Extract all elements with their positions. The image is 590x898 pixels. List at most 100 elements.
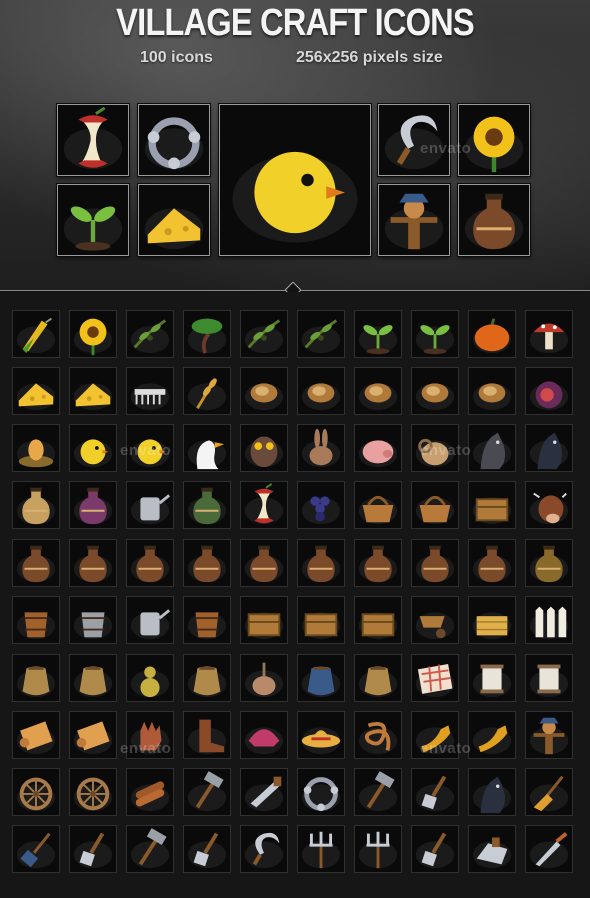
jug-icon <box>458 184 530 256</box>
plane-icon <box>468 825 516 873</box>
icon-size-label: 256x256 pixels size <box>296 49 443 66</box>
watermark: envato <box>420 442 472 459</box>
wagon-wheel-icon <box>69 768 117 816</box>
cow-icon <box>525 481 573 529</box>
comb-icon <box>126 367 174 415</box>
hoe-icon <box>411 825 459 873</box>
mace-icon <box>354 768 402 816</box>
seedling-icon <box>411 310 459 358</box>
spade-icon <box>183 825 231 873</box>
tambourine-icon <box>297 768 345 816</box>
hazelnut-icon <box>411 367 459 415</box>
pumpkin-icon <box>468 310 516 358</box>
icon-count-label: 100 icons <box>140 49 213 66</box>
goose-icon <box>183 424 231 472</box>
hay-bale-icon <box>468 596 516 644</box>
pistachio-icon <box>240 367 288 415</box>
rope-icon <box>354 711 402 759</box>
watermark: envato <box>120 442 172 459</box>
decanter-icon <box>411 539 459 587</box>
sprout-icon <box>57 184 129 256</box>
bread-basket-icon <box>354 481 402 529</box>
tambourine-icon <box>138 104 210 176</box>
pig-icon <box>354 424 402 472</box>
grain-sack-icon <box>12 654 60 702</box>
almond-icon <box>297 367 345 415</box>
bonnet-icon <box>240 711 288 759</box>
icon-grid <box>0 292 590 898</box>
green-jar-icon <box>183 481 231 529</box>
leather-pouch-icon <box>69 654 117 702</box>
garlic-icon <box>240 654 288 702</box>
broom-icon <box>525 768 573 816</box>
wooden-crate-icon <box>297 596 345 644</box>
owl-icon <box>240 424 288 472</box>
pitcher-icon <box>354 539 402 587</box>
rabbit-icon <box>297 424 345 472</box>
wheelbarrow-icon <box>411 596 459 644</box>
wide-vase-icon <box>69 539 117 587</box>
horseshoe-icon <box>468 768 516 816</box>
cheese-wedge-icon <box>69 367 117 415</box>
watermark: envato <box>120 740 172 757</box>
wooden-box-icon <box>468 481 516 529</box>
wheat-icon <box>183 367 231 415</box>
horn-icon <box>468 711 516 759</box>
shovel-icon <box>69 825 117 873</box>
straw-hat-icon <box>297 711 345 759</box>
spindle-icon <box>525 654 573 702</box>
page-title: VILLAGE CRAFT ICONS <box>116 2 475 44</box>
pitchfork-icon <box>297 825 345 873</box>
flask-icon <box>126 539 174 587</box>
watermark: envato <box>420 740 472 757</box>
honey-pot-icon <box>525 539 573 587</box>
backpack-icon <box>183 654 231 702</box>
olive-branch-icon <box>126 310 174 358</box>
bonsai-tree-icon <box>183 310 231 358</box>
rake-icon <box>354 825 402 873</box>
saw-icon <box>240 768 288 816</box>
grapes-icon <box>297 481 345 529</box>
sunflower-icon <box>69 310 117 358</box>
bottle-icon <box>183 539 231 587</box>
scroll-icon <box>12 711 60 759</box>
brush-icon <box>12 825 60 873</box>
apple-core-icon <box>240 481 288 529</box>
tablecloth-icon <box>411 654 459 702</box>
bamboo-icon <box>297 310 345 358</box>
knife-icon <box>525 825 573 873</box>
milk-bucket-icon <box>69 596 117 644</box>
watering-can-icon <box>126 481 174 529</box>
scarecrow-icon <box>525 711 573 759</box>
sickle-icon <box>240 825 288 873</box>
cart-wheel-icon <box>12 768 60 816</box>
chicken-icon <box>219 104 371 256</box>
mushroom-icon <box>525 310 573 358</box>
egg-nest-icon <box>12 424 60 472</box>
clay-pot-icon <box>12 539 60 587</box>
boot-icon <box>183 711 231 759</box>
wooden-bucket-icon <box>12 596 60 644</box>
seed-bag-icon <box>354 654 402 702</box>
firewood-icon <box>126 768 174 816</box>
rolled-rug-icon <box>69 711 117 759</box>
open-crate-icon <box>354 596 402 644</box>
gourd-jug-icon <box>468 539 516 587</box>
round-jug-icon <box>297 539 345 587</box>
coin-pouch-icon <box>297 654 345 702</box>
treasure-chest-icon <box>240 596 288 644</box>
apple-core-icon <box>57 104 129 176</box>
corn-icon <box>12 310 60 358</box>
hammer-icon <box>183 768 231 816</box>
donkey-icon <box>468 424 516 472</box>
thread-spool-icon <box>468 654 516 702</box>
fence-icon <box>525 596 573 644</box>
jug-icon <box>240 539 288 587</box>
amphora-icon <box>12 481 60 529</box>
calabash-icon <box>126 654 174 702</box>
cheese-wheel-icon <box>138 184 210 256</box>
barrel-icon <box>183 596 231 644</box>
peanut-icon <box>354 367 402 415</box>
horse-icon <box>525 424 573 472</box>
watermark: envato <box>420 140 472 157</box>
